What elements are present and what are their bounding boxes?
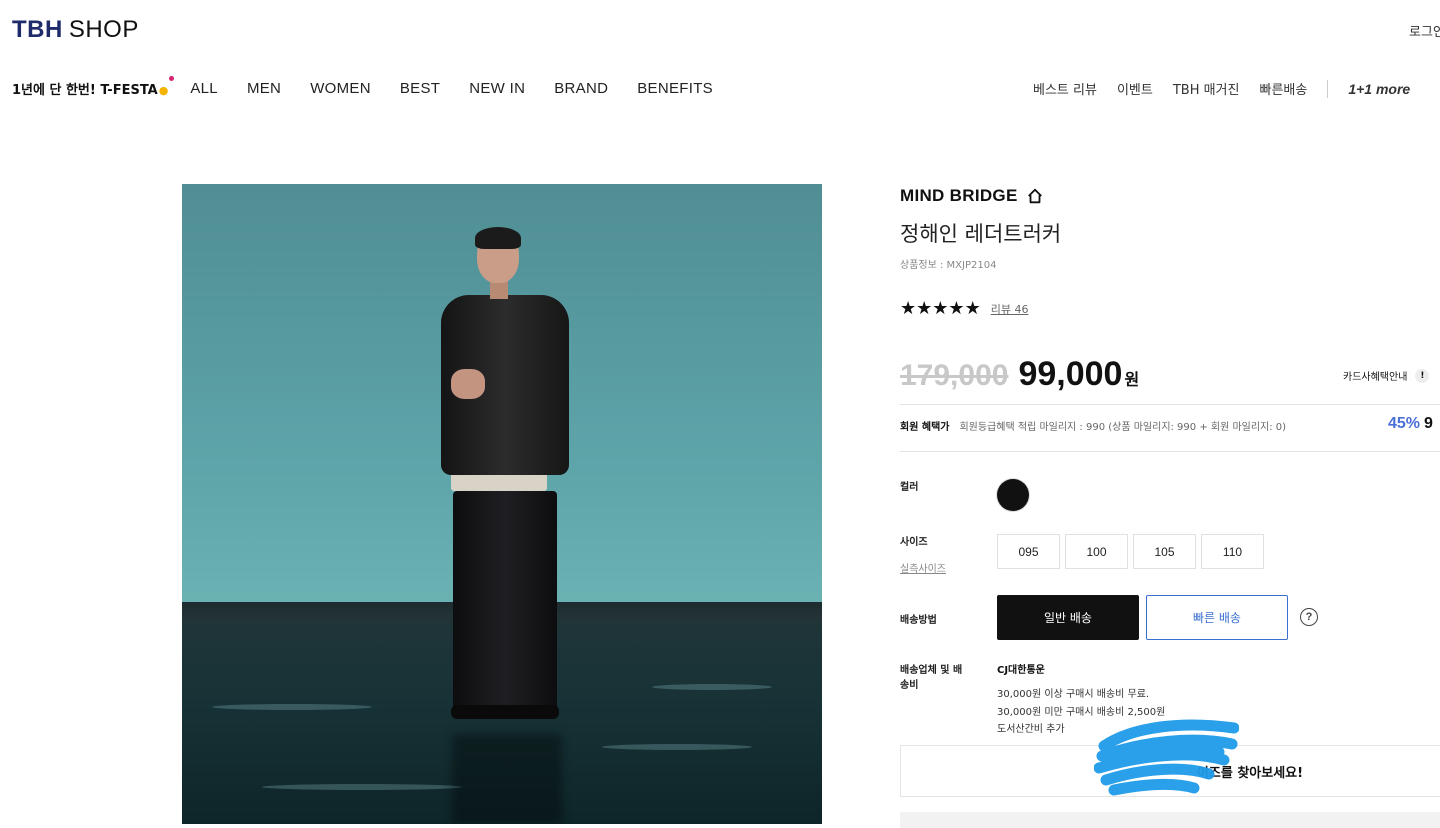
carrier-name: CJ대한통운 — [997, 665, 1045, 676]
size-option[interactable]: 110 — [1201, 534, 1264, 569]
size-option[interactable]: 100 — [1065, 534, 1128, 569]
member-price: 9 — [1424, 415, 1433, 432]
product-code: 상품정보 : MXJP2104 — [900, 260, 997, 271]
size-option[interactable]: 095 — [997, 534, 1060, 569]
normal-shipping-button[interactable]: 일반 배송 — [997, 595, 1139, 640]
brand-label: MIND BRIDGE — [900, 186, 1018, 205]
product-title: 정해인 레더트러커 — [900, 222, 1062, 246]
fast-shipping-button[interactable]: 빠른 배송 — [1146, 595, 1288, 640]
drop-icon: ● — [158, 83, 169, 97]
member-benefit-row: 회원 혜택가 회원등급혜택 적립 마일리지 : 990 (상품 마일리지: 99… — [900, 415, 1433, 433]
nav-item-best[interactable]: BEST — [400, 80, 440, 97]
rating: ★ ★ ★ ★ ★ 리뷰 46 — [900, 300, 1028, 318]
member-benefit-desc: 회원등급혜택 적립 마일리지 : 990 (상품 마일리지: 990 + 회원 … — [959, 422, 1287, 433]
bottom-bar — [900, 812, 1440, 828]
site-logo[interactable]: TBH SHOP — [12, 16, 139, 44]
card-benefit-label: 카드사혜택안내 — [1343, 372, 1408, 383]
currency-label: 원 — [1124, 370, 1140, 389]
sub-nav: 베스트 리뷰 이벤트 TBH 매거진 빠른배송 1+1 more — [1033, 79, 1430, 98]
review-link[interactable]: 리뷰 46 — [991, 301, 1029, 317]
member-discount-pct: 45% — [1388, 415, 1421, 432]
help-icon[interactable]: ? — [1300, 608, 1318, 626]
logo-shop: SHOP — [68, 16, 139, 43]
shipping-label: 배송방법 — [900, 615, 937, 626]
home-icon[interactable] — [1026, 187, 1044, 205]
member-discount: 45% 9 — [1388, 415, 1433, 433]
nav-item-brand[interactable]: BRAND — [554, 80, 608, 97]
subnav-best-review[interactable]: 베스트 리뷰 — [1033, 79, 1097, 98]
nav-item-all[interactable]: ALL — [190, 80, 218, 97]
sale-price: 99,000 — [1018, 355, 1123, 393]
divider — [900, 404, 1440, 405]
shipping-fee-line: 도서산간비 추가 — [997, 724, 1065, 735]
model-pants — [453, 491, 557, 713]
star-icon: ★ — [932, 298, 949, 319]
product-image[interactable] — [182, 184, 822, 824]
subnav-fast-delivery[interactable]: 빠른배송 — [1259, 79, 1307, 98]
nav-item-new-in[interactable]: NEW IN — [469, 80, 525, 97]
star-icon: ★ — [964, 298, 981, 319]
carrier-label: 배송업체 및 배송비 — [900, 665, 963, 691]
main-nav: 1년에 단 한번! T-FESTA● ALL MEN WOMEN BEST NE… — [12, 75, 742, 98]
star-icon: ★ — [948, 298, 965, 319]
login-link[interactable]: 로그인 — [1409, 21, 1440, 40]
original-price: 179,000 — [900, 359, 1009, 392]
size-options: 095 100 105 110 — [997, 534, 1269, 569]
festa-label: 1년에 단 한번! T-FESTA — [12, 82, 158, 98]
model-hair — [475, 227, 521, 249]
subnav-event[interactable]: 이벤트 — [1117, 79, 1153, 98]
festa-banner[interactable]: 1년에 단 한번! T-FESTA● — [12, 75, 175, 98]
model-shoes — [451, 705, 559, 719]
notification-dot-icon — [169, 75, 175, 81]
model-figure — [437, 227, 577, 729]
brand-name[interactable]: MIND BRIDGE — [900, 186, 1044, 206]
image-ripple — [602, 744, 752, 750]
color-label: 컬러 — [900, 482, 919, 493]
star-icon: ★ — [900, 298, 917, 319]
subnav-divider — [1327, 79, 1329, 98]
info-icon: ! — [1415, 368, 1430, 383]
subnav-more[interactable]: 1+1 more — [1348, 81, 1410, 97]
image-ripple — [652, 684, 772, 690]
color-swatch[interactable] — [997, 479, 1029, 511]
nav-item-men[interactable]: MEN — [247, 80, 281, 97]
member-benefit-label: 회원 혜택가 — [900, 422, 950, 433]
shipping-fee-line: 30,000원 이상 구매시 배송비 무료. — [997, 689, 1150, 700]
card-benefit-link[interactable]: 카드사혜택안내 ! — [1343, 368, 1430, 383]
star-icon: ★ — [916, 298, 933, 319]
price-row: 179,000 99,000 원 — [900, 355, 1139, 394]
logo-brand: TBH — [12, 16, 63, 43]
model-hands — [451, 369, 485, 399]
subnav-magazine[interactable]: TBH 매거진 — [1173, 79, 1240, 98]
redaction-scribble — [1094, 719, 1239, 796]
image-reflection — [452, 734, 562, 824]
size-guide-link[interactable]: 실측사이즈 — [900, 560, 946, 575]
nav-item-women[interactable]: WOMEN — [310, 80, 371, 97]
image-ripple — [212, 704, 372, 710]
nav-item-benefits[interactable]: BENEFITS — [637, 80, 713, 97]
size-option[interactable]: 105 — [1133, 534, 1196, 569]
divider — [900, 451, 1440, 452]
size-label: 사이즈 — [900, 537, 928, 548]
image-ripple — [262, 784, 462, 790]
